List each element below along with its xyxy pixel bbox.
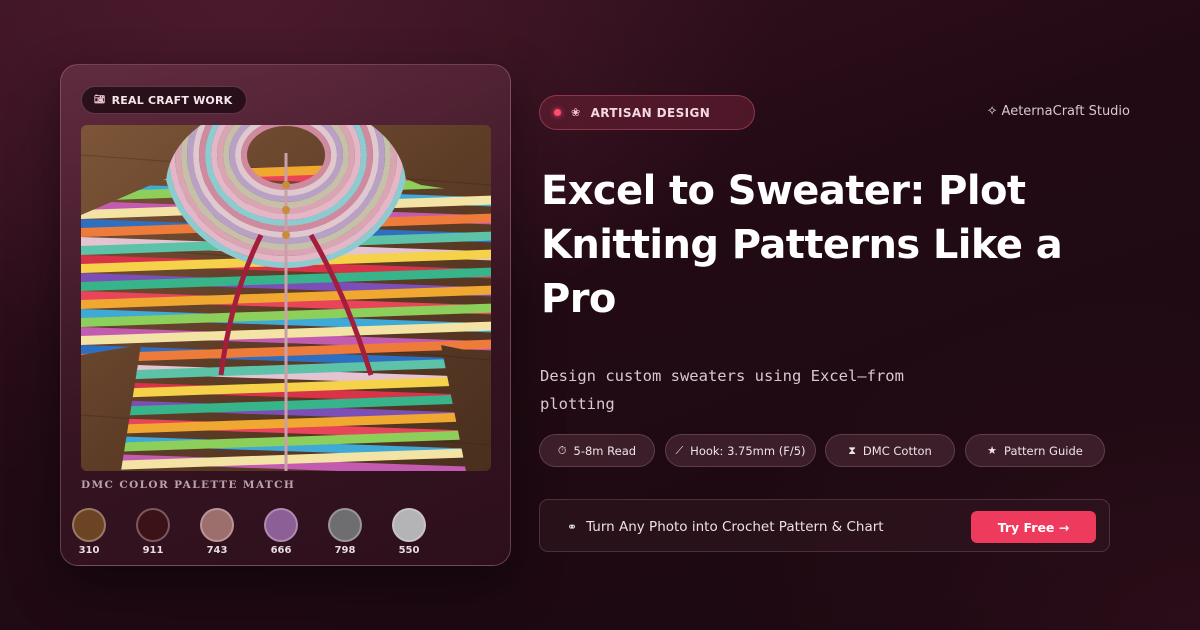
page-title: Excel to Sweater: Plot Knitting Patterns… <box>541 168 1063 322</box>
swatch-code: 798 <box>334 545 356 556</box>
artisan-design-badge: ❀ ARTISAN DESIGN <box>539 95 755 130</box>
artisan-design-label: ARTISAN DESIGN <box>590 105 711 120</box>
tag-label: Hook: 3.75mm (F/5) <box>690 443 806 458</box>
swatch-color-dot <box>264 508 298 542</box>
swatch-code: 743 <box>206 545 228 556</box>
swatch-code: 550 <box>398 545 420 556</box>
star-icon: ★ <box>987 444 998 457</box>
color-swatch: 743 <box>199 508 235 560</box>
flower-icon: ❀ <box>571 106 581 119</box>
tag-label: 5-8m Read <box>573 443 637 458</box>
swatch-color-dot <box>200 508 234 542</box>
real-craft-badge: 📷︎ REAL CRAFT WORK <box>81 86 248 114</box>
swatch-color-dot <box>328 508 362 542</box>
thread-spool-icon: ⧗ <box>848 443 856 457</box>
stopwatch-icon: ⏱ <box>557 443 567 457</box>
color-swatch: 550 <box>391 508 427 560</box>
color-swatch: 666 <box>263 508 299 560</box>
camera-icon: 📷︎ <box>94 95 106 105</box>
color-swatch: 798 <box>327 508 363 560</box>
cta-text: Turn Any Photo into Crochet Pattern & Ch… <box>586 518 884 535</box>
studio-name: AeternaCraft Studio <box>1001 104 1130 119</box>
image-card: 📷︎ REAL CRAFT WORK DMC COLOR PALETTE MAT… <box>60 64 511 566</box>
cta-text-group: ⚭ Turn Any Photo into Crochet Pattern & … <box>567 500 884 553</box>
tag-read-time: ⏱ 5-8m Read <box>539 434 655 467</box>
tag-label: Pattern Guide <box>1004 443 1083 458</box>
sparkle-icon: ✧ <box>986 104 998 119</box>
color-swatch: 310 <box>71 508 107 560</box>
swatch-color-dot <box>392 508 426 542</box>
studio-brand: ✧ AeternaCraft Studio <box>987 104 1130 119</box>
tag-material: ⧗ DMC Cotton <box>825 434 955 467</box>
try-free-button[interactable]: Try Free → <box>971 511 1096 543</box>
yarn-icon: ⚭ <box>567 519 578 534</box>
color-swatch: 911 <box>135 508 171 560</box>
cta-banner: ⚭ Turn Any Photo into Crochet Pattern & … <box>539 499 1110 552</box>
tag-guide: ★ Pattern Guide <box>965 434 1105 467</box>
swatch-row: 310 911 743 666 798 550 <box>71 508 501 560</box>
swatch-code: 666 <box>270 545 292 556</box>
real-craft-label: REAL CRAFT WORK <box>111 93 233 107</box>
swatch-code: 310 <box>78 545 100 556</box>
tag-label: DMC Cotton <box>862 443 932 458</box>
swatch-color-dot <box>72 508 106 542</box>
palette-title: DMC COLOR PALETTE MATCH <box>81 479 296 491</box>
status-dot <box>554 109 561 116</box>
subtitle: Design custom sweaters using Excel—from … <box>540 367 904 413</box>
crochet-sweater-photo <box>81 125 491 471</box>
swatch-code: 911 <box>142 545 164 556</box>
hook-icon: ⟋ <box>675 443 684 457</box>
swatch-color-dot <box>136 508 170 542</box>
tag-hook-size: ⟋ Hook: 3.75mm (F/5) <box>665 434 816 467</box>
